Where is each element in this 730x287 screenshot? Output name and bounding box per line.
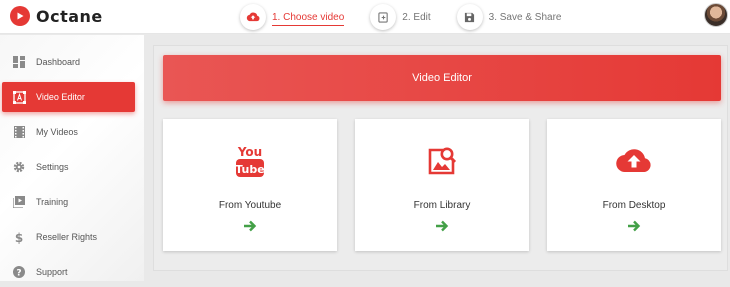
sidebar-item-label: Training <box>36 197 69 207</box>
top-bar: Octane 1. Choose video 2. Edit 3. Save &… <box>0 0 730 34</box>
sidebar-item-dashboard[interactable]: Dashboard <box>0 47 144 77</box>
video-editor-header: Video Editor <box>163 55 721 101</box>
logo[interactable]: Octane <box>10 5 103 27</box>
sidebar-item-label: Settings <box>36 162 69 172</box>
edit-icon <box>370 4 397 30</box>
sidebar-item-label: My Videos <box>36 127 78 137</box>
card-label: From Desktop <box>602 200 666 211</box>
sidebar-item-label: Support <box>36 267 68 277</box>
sidebar-item-label: Video Editor <box>36 92 85 102</box>
wizard-steps: 1. Choose video 2. Edit 3. Save & Share <box>240 0 587 34</box>
svg-text:You: You <box>237 145 262 159</box>
sidebar-item-label: Dashboard <box>36 57 81 67</box>
avatar[interactable] <box>704 3 728 27</box>
logo-text: Octane <box>36 6 103 26</box>
dollar-icon: $ <box>12 230 26 244</box>
step-choose-video[interactable]: 1. Choose video <box>240 0 345 34</box>
film-icon <box>12 125 26 139</box>
step-label: 3. Save & Share <box>488 11 562 23</box>
play-logo-icon <box>10 6 30 26</box>
sidebar-item-reseller-rights[interactable]: $ Reseller Rights <box>0 222 144 252</box>
svg-text:Tube: Tube <box>235 163 264 176</box>
sidebar-item-settings[interactable]: Settings <box>0 152 144 182</box>
sidebar-item-video-editor[interactable]: Video Editor <box>2 82 135 112</box>
step-edit[interactable]: 2. Edit <box>370 0 431 34</box>
sidebar-item-label: Reseller Rights <box>36 232 98 242</box>
dashboard-icon <box>12 55 26 69</box>
step-save-share[interactable]: 3. Save & Share <box>456 0 562 34</box>
source-card-youtube[interactable]: You Tube From Youtube <box>163 119 337 251</box>
source-card-library[interactable]: From Library <box>355 119 529 251</box>
video-editor-icon <box>12 90 26 104</box>
card-label: From Youtube <box>218 200 282 211</box>
cloud-upload-icon <box>547 143 721 179</box>
sidebar-item-my-videos[interactable]: My Videos <box>0 117 144 147</box>
gear-icon <box>12 160 26 174</box>
sidebar-item-training[interactable]: Training <box>0 187 144 217</box>
card-label: From Library <box>413 200 471 211</box>
play-box-icon <box>12 195 26 209</box>
arrow-right-icon <box>434 219 450 233</box>
sidebar-item-support[interactable]: ? Support <box>0 257 144 287</box>
step-label: 2. Edit <box>402 11 431 23</box>
arrow-right-icon <box>242 219 258 233</box>
youtube-icon: You Tube <box>163 143 337 179</box>
svg-text:$: $ <box>15 231 23 244</box>
cloud-upload-icon <box>240 4 266 30</box>
step-label: 1. Choose video <box>272 12 345 26</box>
help-icon: ? <box>12 265 26 279</box>
sidebar: Dashboard Video Editor My Videos Setting… <box>0 35 144 281</box>
svg-text:?: ? <box>16 268 21 278</box>
save-icon <box>456 4 483 30</box>
header-title: Video Editor <box>412 72 472 84</box>
arrow-right-icon <box>626 219 642 233</box>
image-search-icon <box>355 143 529 179</box>
source-card-desktop[interactable]: From Desktop <box>547 119 721 251</box>
